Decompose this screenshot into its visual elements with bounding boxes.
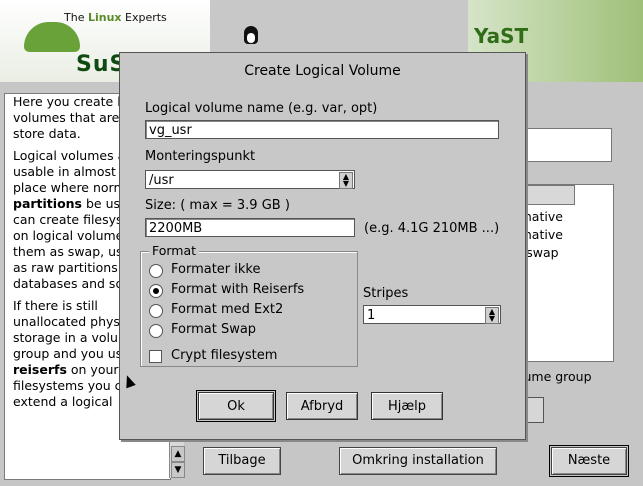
stripes-label: Stripes — [363, 286, 409, 301]
radio-label: Format with Reiserfs — [171, 282, 305, 297]
lv-name-input[interactable]: vg_usr — [145, 120, 499, 139]
radio-label: Formater ikke — [171, 262, 261, 277]
crypt-label: Crypt filesystem — [171, 348, 278, 363]
radio-label: Format med Ext2 — [171, 302, 284, 317]
stripes-combo[interactable]: 1 ▲ ▼ — [363, 305, 501, 324]
combo-arrow-icon[interactable]: ▲ ▼ — [339, 172, 353, 189]
radio-label: Format Swap — [171, 322, 257, 337]
tagline-prefix: The — [64, 11, 88, 24]
back-button[interactable]: Tilbage — [203, 447, 281, 475]
next-button[interactable]: Næste — [549, 445, 629, 477]
combo-arrow-icon[interactable]: ▲ ▼ — [485, 307, 499, 324]
about-installation-button[interactable]: Omkring installation — [339, 447, 497, 475]
checkbox-icon[interactable] — [149, 350, 162, 363]
size-input[interactable]: 2200MB — [145, 218, 355, 237]
cancel-button[interactable]: Afbryd — [286, 392, 358, 420]
radio-selected-icon[interactable] — [149, 284, 163, 298]
radio-icon[interactable] — [149, 324, 163, 338]
scroll-down-icon[interactable]: ▼ — [171, 462, 185, 478]
lv-name-label: Logical volume name (e.g. var, opt) — [145, 101, 378, 116]
tagline: The Linux Experts — [64, 11, 167, 24]
tagline-brand: Linux — [87, 11, 122, 24]
yast-logo-text: YaST — [474, 24, 529, 48]
background-field — [520, 128, 612, 162]
size-label: Size: ( max = 3.9 GB ) — [145, 198, 290, 213]
scroll-up-icon[interactable]: ▲ — [171, 446, 185, 462]
radio-icon[interactable] — [149, 264, 163, 278]
format-group-title: Format — [149, 243, 200, 258]
help-bold-reiser: reiserfs — [13, 362, 67, 377]
mount-point-label: Monteringspunkt — [145, 149, 256, 164]
create-logical-volume-dialog: Create Logical Volume Logical volume nam… — [119, 52, 526, 440]
help-button[interactable]: Hjælp — [371, 392, 443, 420]
tux-icon — [244, 26, 258, 44]
radio-icon[interactable] — [149, 304, 163, 318]
tagline-suffix: Experts — [121, 11, 167, 24]
dialog-title: Create Logical Volume — [244, 63, 401, 79]
volume-group-label: lume group — [520, 369, 592, 384]
ok-button[interactable]: Ok — [196, 390, 276, 422]
format-groupbox: Format Formater ikke Format with Reiserf… — [140, 243, 358, 367]
size-hint: (e.g. 4.1G 210MB ...) — [364, 221, 500, 236]
mount-point-value: /usr — [149, 173, 174, 188]
stripes-value: 1 — [367, 308, 376, 323]
mount-point-combo[interactable]: /usr ▲ ▼ — [145, 170, 355, 189]
